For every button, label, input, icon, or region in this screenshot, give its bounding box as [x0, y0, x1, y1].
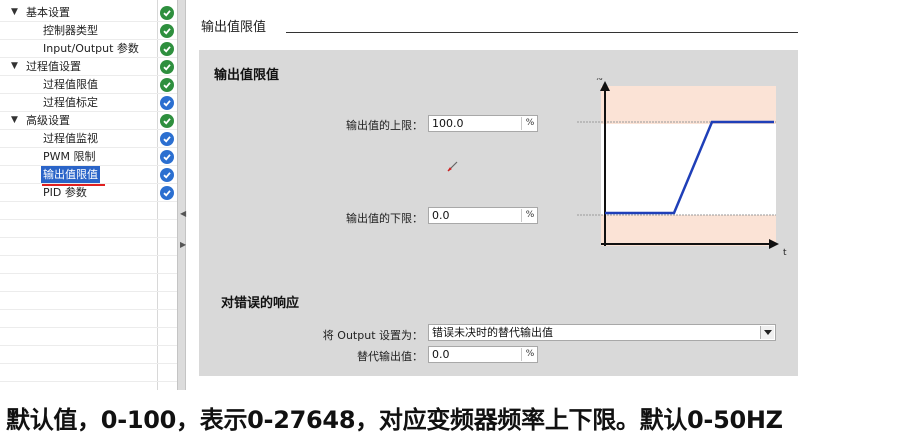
lower-limit-label: 输出值的下限：: [346, 212, 423, 225]
empty-row: [0, 220, 178, 238]
chevron-down-icon: [763, 330, 772, 335]
expand-arrow-icon[interactable]: ▼: [11, 58, 18, 75]
settings-tree: ▼ 基本设置 控制器类型 Input/Output 参数 ▼ 过程值设置 过程值…: [0, 0, 178, 390]
section-title: 输出值限值: [201, 20, 267, 35]
tree-item-process-value-monitoring[interactable]: 过程值监视: [0, 130, 178, 148]
check-icon: [160, 6, 174, 20]
tree-item-input-output-params[interactable]: Input/Output 参数: [0, 40, 178, 58]
video-caption: 默认值，0-100，表示0-27648，对应变频器频率上下限。默认0-50HZ: [6, 406, 783, 434]
tree-item-process-value-limits[interactable]: 过程值限值: [0, 76, 178, 94]
empty-row: [0, 202, 178, 220]
tree-item-label: 输出值限值: [41, 166, 100, 183]
tree-item-label: 过程值监视: [43, 132, 98, 145]
upper-limit-input[interactable]: 100.0 %: [428, 115, 538, 132]
substitute-value-input[interactable]: 0.0 %: [428, 346, 538, 363]
red-annotation-underline: [42, 184, 105, 186]
panel-heading: 输出值限值: [214, 68, 280, 83]
set-output-label: 将 Output 设置为：: [322, 329, 423, 342]
empty-row: [0, 310, 178, 328]
section-divider: [286, 32, 798, 33]
tree-item-pid-params[interactable]: PID 参数: [0, 184, 178, 202]
check-icon: [160, 186, 174, 200]
check-icon: [160, 24, 174, 38]
substitute-value-unit: %: [521, 348, 538, 361]
expand-arrow-icon[interactable]: ▼: [11, 112, 18, 129]
output-on-error-select[interactable]: 错误未决时的替代输出值: [428, 324, 776, 341]
check-icon: [160, 96, 174, 110]
error-response-heading: 对错误的响应: [221, 296, 300, 311]
tree-item-pwm-limits[interactable]: PWM 限制: [0, 148, 178, 166]
check-icon: [160, 42, 174, 56]
empty-row: [0, 292, 178, 310]
tree-item-process-value-scaling[interactable]: 过程值标定: [0, 94, 178, 112]
tree-item-output-value-limits[interactable]: 输出值限值: [0, 166, 178, 184]
tree-item-label: 过程值限值: [43, 78, 98, 91]
tree-item-label: 高级设置: [26, 114, 70, 127]
lower-limit-input[interactable]: 0.0 %: [428, 207, 538, 224]
empty-row: [0, 346, 178, 364]
y-axis-label: %: [595, 78, 603, 82]
lower-limit-value: 0.0: [432, 209, 450, 222]
empty-row: [0, 328, 178, 346]
check-icon: [160, 114, 174, 128]
tree-item-label: PID 参数: [43, 186, 87, 199]
output-on-error-value: 错误未决时的替代输出值: [432, 326, 553, 339]
expand-arrow-icon[interactable]: ▼: [11, 4, 18, 21]
tree-item-label: 过程值标定: [43, 96, 98, 109]
lower-limit-unit: %: [521, 209, 538, 222]
mouse-cursor-icon: [447, 161, 458, 172]
empty-row: [0, 238, 178, 256]
tree-item-label: 基本设置: [26, 6, 70, 19]
output-limits-diagram: % t: [577, 78, 787, 258]
substitute-value: 0.0: [432, 348, 450, 361]
diagram-allowed-range: [601, 124, 776, 215]
check-icon: [160, 78, 174, 92]
tree-item-label: 控制器类型: [43, 24, 98, 37]
collapse-left-arrow-icon[interactable]: ◀: [180, 209, 186, 218]
upper-limit-unit: %: [521, 117, 538, 130]
substitute-value-label: 替代输出值：: [357, 350, 423, 363]
tree-item-advanced-settings[interactable]: ▼ 高级设置: [0, 112, 178, 130]
check-icon: [160, 150, 174, 164]
check-icon: [160, 132, 174, 146]
upper-limit-label: 输出值的上限：: [346, 119, 423, 132]
tree-item-label: 过程值设置: [26, 60, 81, 73]
pane-splitter[interactable]: ◀ ▶: [177, 0, 186, 390]
tree-item-basic-settings[interactable]: ▼ 基本设置: [0, 4, 178, 22]
upper-limit-value: 100.0: [432, 117, 464, 130]
output-limits-panel: 输出值限值 输出值的上限： 100.0 % 输出值的下限： 0.0 % % t …: [199, 50, 798, 376]
empty-row: [0, 364, 178, 382]
tree-item-label: Input/Output 参数: [43, 42, 139, 55]
x-axis-label: t: [783, 248, 787, 258]
empty-row: [0, 274, 178, 292]
tree-item-controller-type[interactable]: 控制器类型: [0, 22, 178, 40]
dropdown-button[interactable]: [760, 326, 774, 339]
check-icon: [160, 60, 174, 74]
empty-row: [0, 256, 178, 274]
tree-item-label: PWM 限制: [43, 150, 96, 163]
expand-right-arrow-icon[interactable]: ▶: [180, 240, 186, 249]
check-icon: [160, 168, 174, 182]
tree-item-process-value-settings[interactable]: ▼ 过程值设置: [0, 58, 178, 76]
